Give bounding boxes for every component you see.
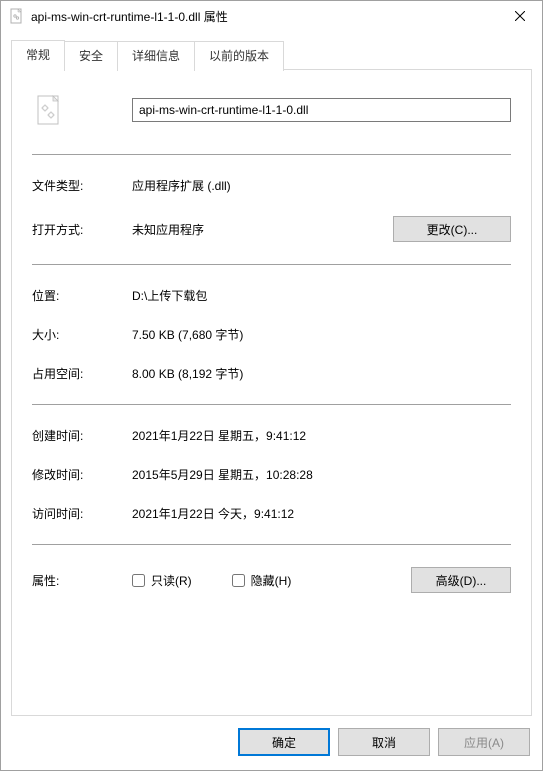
- value-location: D:\上传下载包: [132, 287, 511, 304]
- value-size: 7.50 KB (7,680 字节): [132, 326, 511, 343]
- label-sizeondisk: 占用空间:: [32, 365, 132, 382]
- tab-security[interactable]: 安全: [64, 41, 118, 71]
- value-filetype: 应用程序扩展 (.dll): [132, 177, 511, 194]
- advanced-button[interactable]: 高级(D)...: [411, 567, 511, 593]
- tab-general[interactable]: 常规: [11, 40, 65, 70]
- readonly-label: 只读(R): [151, 572, 192, 589]
- window-title: api-ms-win-crt-runtime-l1-1-0.dll 属性: [31, 8, 497, 25]
- titlebar: api-ms-win-crt-runtime-l1-1-0.dll 属性: [1, 1, 542, 31]
- separator: [32, 404, 511, 405]
- value-accessed: 2021年1月22日 今天，9:41:12: [132, 505, 511, 522]
- properties-dialog: api-ms-win-crt-runtime-l1-1-0.dll 属性 常规 …: [0, 0, 543, 771]
- value-openwith: 未知应用程序: [132, 221, 383, 238]
- separator: [32, 544, 511, 545]
- label-accessed: 访问时间:: [32, 505, 132, 522]
- label-size: 大小:: [32, 326, 132, 343]
- tabs-container: 常规 安全 详细信息 以前的版本: [1, 31, 542, 716]
- tab-strip: 常规 安全 详细信息 以前的版本: [11, 39, 532, 69]
- ok-button[interactable]: 确定: [238, 728, 330, 756]
- readonly-checkbox[interactable]: [132, 574, 145, 587]
- hidden-checkbox-wrap[interactable]: 隐藏(H): [232, 572, 292, 589]
- filetype-icon: [32, 92, 132, 128]
- hidden-label: 隐藏(H): [251, 572, 292, 589]
- value-modified: 2015年5月29日 星期五，10:28:28: [132, 466, 511, 483]
- close-button[interactable]: [497, 1, 542, 31]
- general-panel: 文件类型: 应用程序扩展 (.dll) 打开方式: 未知应用程序 更改(C)..…: [11, 69, 532, 716]
- label-modified: 修改时间:: [32, 466, 132, 483]
- tab-previous-versions[interactable]: 以前的版本: [194, 41, 284, 71]
- separator: [32, 264, 511, 265]
- separator: [32, 154, 511, 155]
- cancel-button[interactable]: 取消: [338, 728, 430, 756]
- hidden-checkbox[interactable]: [232, 574, 245, 587]
- readonly-checkbox-wrap[interactable]: 只读(R): [132, 572, 192, 589]
- dialog-footer: 确定 取消 应用(A): [1, 716, 542, 770]
- change-button[interactable]: 更改(C)...: [393, 216, 511, 242]
- label-created: 创建时间:: [32, 427, 132, 444]
- apply-button[interactable]: 应用(A): [438, 728, 530, 756]
- tab-details[interactable]: 详细信息: [117, 41, 195, 71]
- label-location: 位置:: [32, 287, 132, 304]
- value-created: 2021年1月22日 星期五，9:41:12: [132, 427, 511, 444]
- label-openwith: 打开方式:: [32, 221, 132, 238]
- file-icon: [9, 8, 25, 24]
- label-attributes: 属性:: [32, 572, 132, 589]
- value-sizeondisk: 8.00 KB (8,192 字节): [132, 365, 511, 382]
- label-filetype: 文件类型:: [32, 177, 132, 194]
- filename-input[interactable]: [132, 98, 511, 122]
